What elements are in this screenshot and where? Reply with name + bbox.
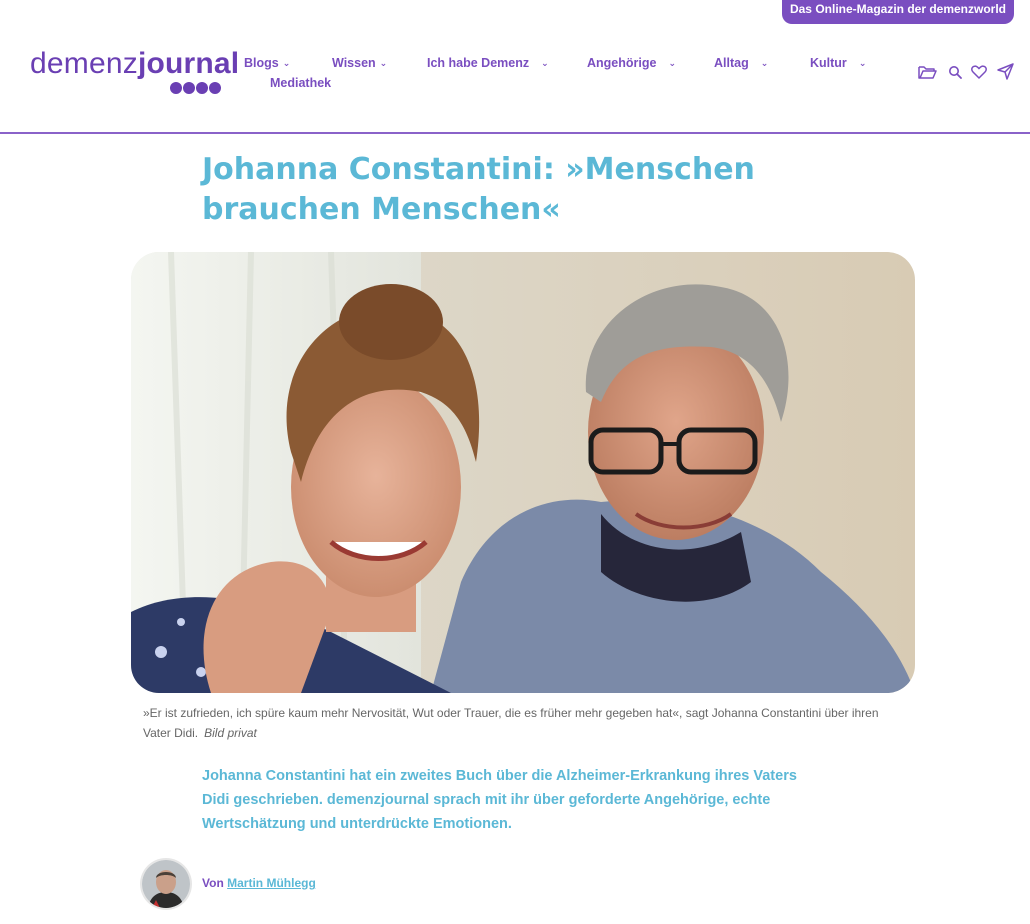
nav-label: Angehörige — [587, 56, 657, 70]
logo-dots — [170, 82, 221, 94]
nav-label: Kultur — [810, 56, 847, 70]
nav-item-blogs[interactable]: Blogs ⌄ — [244, 54, 290, 73]
logo-dot — [196, 82, 208, 94]
header-divider — [0, 132, 1030, 134]
heart-icon[interactable] — [971, 65, 987, 79]
chevron-down-icon: ⌄ — [760, 58, 769, 68]
byline: Von Martin Mühlegg — [202, 876, 316, 890]
nav-item-angehoerige[interactable]: Angehörige ⌄ — [587, 54, 676, 73]
author-link[interactable]: Martin Mühlegg — [227, 876, 316, 890]
nav-label: Blogs — [244, 56, 279, 70]
nav-item-ich-habe-demenz[interactable]: Ich habe Demenz ⌄ — [427, 54, 549, 73]
logo-text-thin: demenz — [30, 47, 138, 80]
nav-item-alltag[interactable]: Alltag ⌄ — [714, 54, 768, 73]
logo-dot — [209, 82, 221, 94]
photo-credit: Bild privat — [204, 726, 257, 740]
nav-item-wissen[interactable]: Wissen ⌄ — [332, 54, 387, 73]
logo-dot — [170, 82, 182, 94]
byline-prefix: Von — [202, 876, 224, 890]
hero-photo — [131, 252, 915, 693]
nav-label: Mediathek — [270, 76, 332, 90]
nav-label: Alltag — [714, 56, 749, 70]
chevron-down-icon: ⌄ — [541, 58, 549, 68]
photo-caption: »Er ist zufrieden, ich spüre kaum mehr N… — [143, 703, 903, 743]
hero-photo-illustration — [131, 252, 915, 693]
site-logo[interactable]: demenzjournal — [30, 48, 239, 80]
nav-label: Ich habe Demenz — [427, 56, 530, 70]
top-badge[interactable]: Das Online-Magazin der demenzworld — [782, 0, 1014, 24]
chevron-down-icon: ⌄ — [282, 58, 291, 68]
chevron-down-icon: ⌄ — [858, 58, 867, 68]
logo-text-bold: journal — [137, 47, 240, 80]
author-avatar[interactable] — [142, 860, 190, 908]
chevron-down-icon: ⌄ — [379, 58, 388, 68]
chevron-down-icon: ⌄ — [668, 58, 676, 68]
search-icon[interactable] — [948, 65, 962, 79]
logo-dot — [183, 82, 195, 94]
article-lead: Johanna Constantini hat ein zweites Buch… — [202, 768, 797, 832]
send-icon[interactable] — [997, 62, 1015, 80]
article-title: Johanna Constantini: »Menschen brauchen … — [202, 152, 755, 227]
nav-item-kultur[interactable]: Kultur ⌄ — [810, 54, 866, 73]
nav-item-mediathek[interactable]: Mediathek — [270, 74, 331, 92]
nav-label: Wissen — [332, 56, 376, 70]
folder-icon[interactable] — [918, 64, 937, 80]
